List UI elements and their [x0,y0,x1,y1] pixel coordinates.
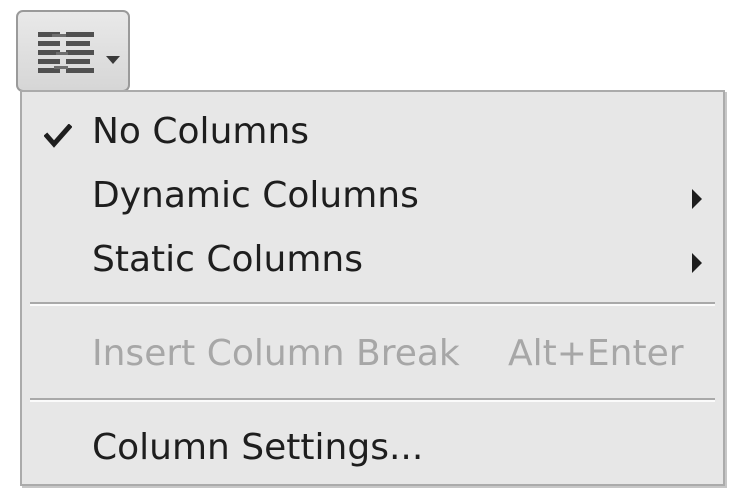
menu-item-static-columns[interactable]: Static Columns [22,230,723,292]
menu-item-label: Insert Column Break [92,333,460,374]
page: No Columns Dynamic Columns Static Column… [0,0,730,488]
menu-item-label: Dynamic Columns [92,175,419,216]
menu-item-shortcut: Alt+Enter [508,333,684,374]
menu-separator [30,302,715,306]
menu-item-dynamic-columns[interactable]: Dynamic Columns [22,166,723,228]
submenu-arrow-icon [692,253,702,273]
menu-item-no-columns[interactable]: No Columns [22,102,723,164]
submenu-arrow-icon [692,189,702,209]
menu-item-column-settings[interactable]: Column Settings... [22,418,723,480]
menu-separator [30,398,715,402]
menu-item-label: Column Settings... [92,427,424,468]
menu-item-insert-column-break[interactable]: Insert Column Break Alt+Enter [22,324,723,386]
menu-item-label: No Columns [92,111,310,152]
chevron-down-icon [106,56,120,64]
columns-dropdown-button[interactable] [16,10,130,92]
columns-icon [38,32,94,73]
columns-menu: No Columns Dynamic Columns Static Column… [20,90,725,486]
menu-item-label: Static Columns [92,239,364,280]
checkmark-icon [44,124,72,148]
